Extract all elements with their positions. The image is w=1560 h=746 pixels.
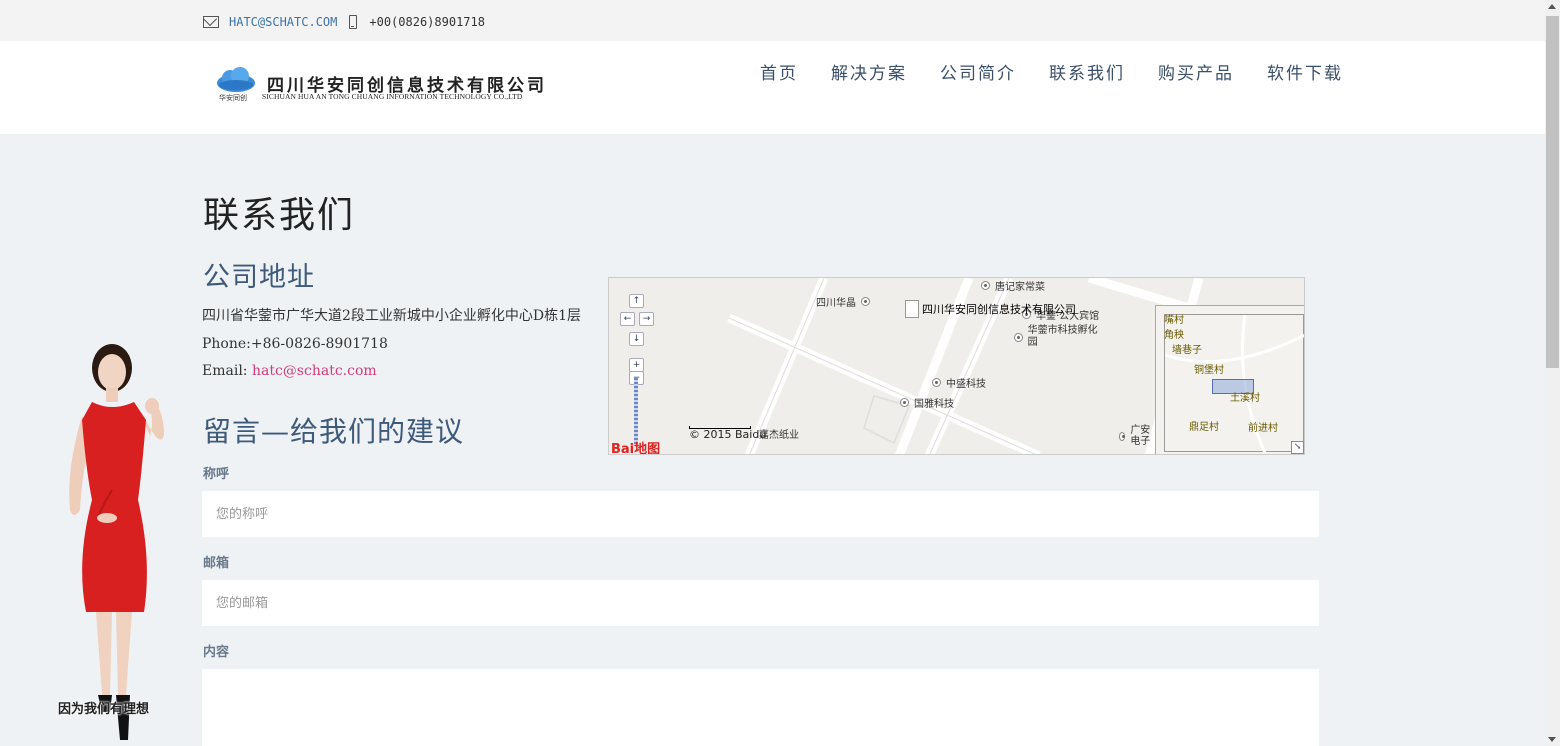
map-pan-right-button[interactable]: →	[639, 312, 654, 326]
contact-info: HATC@SCHATC.COM +00(0826)8901718	[203, 15, 485, 29]
mascot-figure-image	[69, 344, 164, 740]
scroll-down-icon[interactable]	[1548, 737, 1556, 742]
name-input[interactable]	[202, 491, 1319, 537]
mascot-widget[interactable]: 因为我们有理想	[52, 340, 177, 740]
overview-label: 土溪村	[1230, 393, 1260, 404]
overview-label: 鼎足村	[1189, 422, 1219, 433]
top-contact-bar: HATC@SCHATC.COM +00(0826)8901718	[0, 0, 1545, 41]
map-poi[interactable]: 国雅科技	[900, 395, 954, 410]
page-title: 联系我们	[203, 195, 356, 236]
map-poi[interactable]: 华蓥市科技孵化园	[1014, 325, 1104, 349]
overview-label: 墙巷子	[1172, 345, 1202, 356]
site-header: 华安同创 四川华安同创信息技术有限公司 SICHUAN HUA AN TONG …	[0, 41, 1545, 134]
scroll-up-icon[interactable]	[1548, 4, 1556, 9]
overview-label: 嘴村	[1164, 315, 1184, 326]
overview-toggle-icon[interactable]: ↘	[1291, 441, 1304, 454]
email-line: Email: hatc@schatc.com	[202, 358, 582, 386]
poi-dot-icon	[1119, 431, 1126, 441]
phone-icon	[349, 15, 358, 29]
page-scrollbar[interactable]	[1545, 0, 1560, 746]
company-marker-label[interactable]: 四川华安同创信息技术有限公司	[922, 301, 1076, 317]
mail-icon	[203, 16, 219, 28]
mascot-caption: 因为我们有理想	[58, 702, 150, 717]
email-input[interactable]	[202, 580, 1319, 626]
map-pan-down-button[interactable]: ↓	[629, 332, 644, 346]
poi-dot-icon	[981, 281, 990, 290]
logo-badge-text: 华安同创	[219, 94, 247, 102]
map-poi[interactable]: 四川华晶	[816, 294, 875, 309]
address-heading: 公司地址	[203, 262, 315, 293]
map-pan-left-button[interactable]: ←	[620, 312, 635, 326]
email-label: Email:	[202, 363, 252, 379]
poi-dot-icon	[861, 297, 870, 306]
email-field-label: 邮箱	[203, 556, 230, 571]
nav-solutions[interactable]: 解决方案	[831, 59, 907, 84]
map-poi[interactable]: 广安电子	[1119, 425, 1155, 447]
topbar-email-link[interactable]: HATC@SCHATC.COM	[229, 15, 337, 29]
poi-dot-icon	[900, 398, 909, 407]
map-zoom-in-button[interactable]: +	[629, 358, 644, 372]
nav-about[interactable]: 公司简介	[940, 59, 1016, 84]
scrollbar-thumb[interactable]	[1546, 16, 1559, 368]
main-nav: 首页 解决方案 公司简介 联系我们 购买产品 软件下载	[760, 59, 1376, 84]
poi-dot-icon	[932, 378, 941, 387]
name-label: 称呼	[203, 467, 230, 482]
map-copyright: © 2015 Baidu	[689, 428, 767, 441]
baidu-map-logo[interactable]: Bai地图	[611, 438, 660, 454]
map-zoom-slider[interactable]	[634, 378, 638, 446]
phone-line: Phone:+86-0826-8901718	[202, 335, 388, 352]
topbar-phone: +00(0826)8901718	[369, 15, 485, 29]
map-pan-up-button[interactable]: ↑	[629, 294, 644, 308]
email-link[interactable]: hatc@schatc.com	[252, 363, 377, 379]
form-heading: 留言—给我们的建议	[203, 415, 465, 448]
map-poi[interactable]: 唐记家常菜	[981, 278, 1045, 293]
company-marker-icon[interactable]	[905, 300, 919, 318]
content-label: 内容	[203, 645, 230, 660]
nav-contact[interactable]: 联系我们	[1049, 59, 1125, 84]
overview-label: 铜堡村	[1194, 365, 1224, 376]
address-block: 四川省华蓥市广华大道2段工业新城中小企业孵化中心D栋1层 Phone:+86-0…	[202, 303, 582, 386]
company-logo[interactable]: 华安同创 四川华安同创信息技术有限公司 SICHUAN HUA AN TONG …	[216, 66, 561, 106]
nav-download[interactable]: 软件下载	[1267, 59, 1343, 84]
address-line: 四川省华蓥市广华大道2段工业新城中小企业孵化中心D栋1层	[202, 308, 582, 324]
logo-name-en: SICHUAN HUA AN TONG CHUANG INFORNATION T…	[262, 92, 523, 101]
map-overview[interactable]: 嘴村 角秧 墙巷子 铜堡村 土溪村 鼎足村 前进村 ↘	[1155, 305, 1304, 454]
map-poi[interactable]: 中盛科技	[932, 375, 986, 390]
overview-label: 角秧	[1164, 330, 1184, 341]
baidu-map[interactable]: ↑ ← → ↓ + − 唐记家常菜 四川华晶 华蓥·公大宾馆 华蓥市科技孵化园 …	[608, 277, 1305, 455]
nav-buy[interactable]: 购买产品	[1158, 59, 1234, 84]
poi-dot-icon	[1014, 332, 1023, 342]
content-textarea[interactable]	[202, 669, 1319, 746]
nav-home[interactable]: 首页	[760, 59, 798, 84]
overview-label: 前进村	[1248, 423, 1278, 434]
